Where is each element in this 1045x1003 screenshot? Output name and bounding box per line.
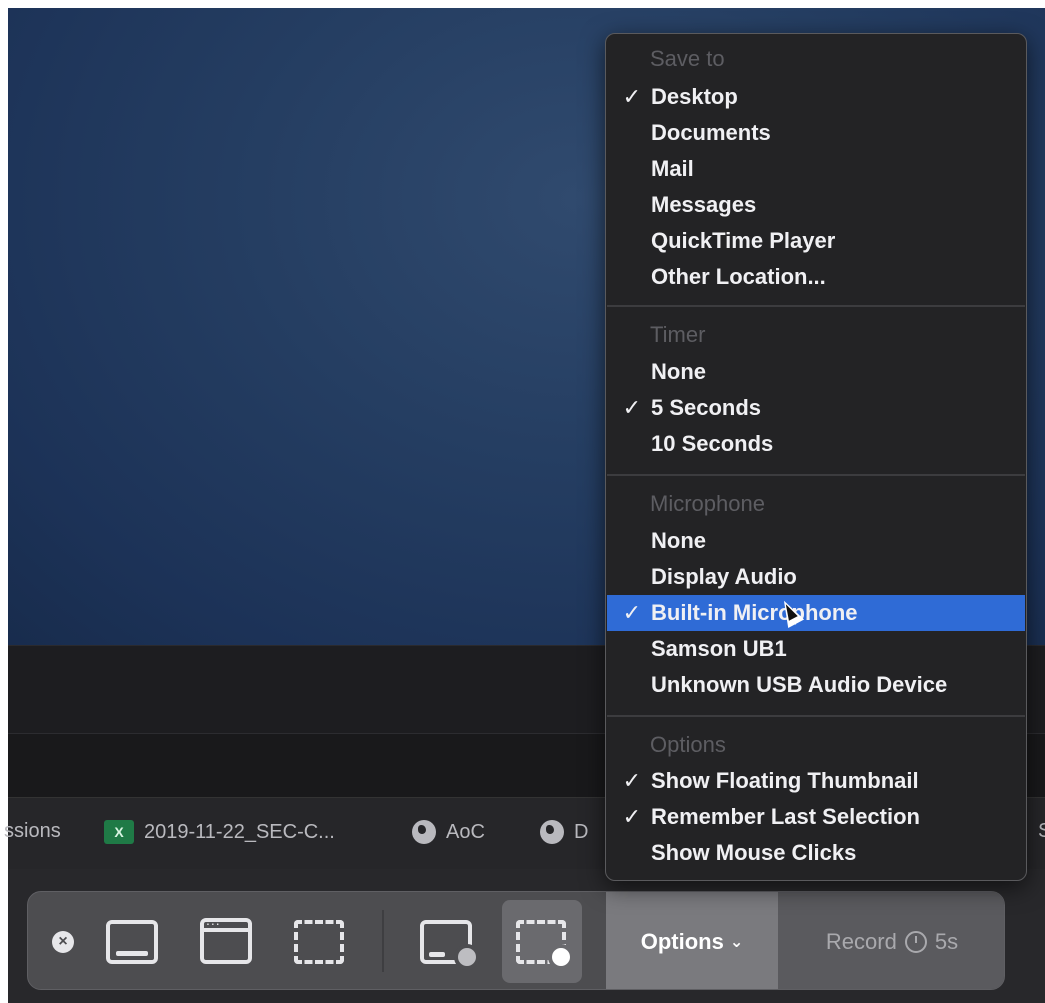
- record-dot-icon: [548, 944, 574, 970]
- menu-separator: [607, 715, 1025, 717]
- bookmark-d[interactable]: D: [540, 820, 588, 844]
- section-header-save-to: Save to: [650, 46, 725, 71]
- menu-item-label: Display Audio: [651, 564, 797, 589]
- menu-item-label: None: [651, 528, 706, 553]
- globe-icon: [540, 820, 564, 844]
- record-label: Record: [825, 928, 897, 954]
- menu-item-label: Unknown USB Audio Device: [651, 672, 948, 697]
- menu-item-documents[interactable]: Documents: [607, 115, 1025, 151]
- menu-item-display-audio[interactable]: Display Audio: [607, 559, 1025, 595]
- capture-entire-screen-icon[interactable]: [106, 920, 158, 964]
- menu-item-desktop[interactable]: ✓ Desktop: [607, 79, 1025, 115]
- menu-item-built-in-microphone[interactable]: ✓ Built-in Microphone: [607, 595, 1025, 631]
- checkmark-icon: ✓: [622, 395, 641, 420]
- bookmark-label: D: [574, 820, 589, 843]
- close-button[interactable]: ×: [52, 931, 74, 953]
- menu-item-timer-5s[interactable]: ✓ 5 Seconds: [607, 390, 1025, 426]
- excel-icon: X: [104, 820, 134, 844]
- menu-item-unknown-usb[interactable]: Unknown USB Audio Device: [607, 667, 1025, 703]
- menu-item-mail[interactable]: Mail: [607, 151, 1025, 187]
- menu-item-label: Desktop: [651, 84, 738, 109]
- menu-item-samson[interactable]: Samson UB1: [607, 631, 1025, 667]
- bookmark-label: S: [1038, 820, 1045, 842]
- globe-icon: [412, 820, 436, 844]
- menu-item-other-location[interactable]: Other Location...: [607, 259, 1025, 295]
- section-header-options: Options: [650, 732, 726, 757]
- menu-item-mic-none[interactable]: None: [607, 523, 1025, 559]
- menu-item-label: Show Floating Thumbnail: [651, 768, 919, 793]
- menu-separator: [607, 474, 1025, 476]
- checkmark-icon: ✓: [622, 768, 641, 793]
- bookmark-label: ssions: [4, 820, 61, 842]
- menu-item-label: Mail: [651, 156, 694, 181]
- menu-item-label: Remember Last Selection: [651, 804, 920, 829]
- checkmark-icon: ✓: [622, 804, 641, 829]
- menu-item-floating-thumbnail[interactable]: ✓ Show Floating Thumbnail: [607, 763, 1025, 799]
- menu-item-label: Show Mouse Clicks: [651, 840, 857, 865]
- section-header-timer: Timer: [650, 322, 706, 347]
- capture-window-icon[interactable]: [200, 912, 252, 964]
- record-button[interactable]: Record 5s: [778, 892, 1004, 989]
- menu-item-label: None: [651, 359, 706, 384]
- checkmark-icon: ✓: [622, 84, 641, 109]
- capture-portion-icon[interactable]: [294, 920, 344, 964]
- menu-item-mouse-clicks[interactable]: Show Mouse Clicks: [607, 835, 1025, 871]
- menu-separator: [607, 305, 1025, 307]
- bookmark-label: AoC: [446, 820, 485, 843]
- checkmark-icon: ✓: [622, 600, 641, 625]
- menu-item-timer-none[interactable]: None: [607, 354, 1025, 390]
- menu-item-label: Other Location...: [651, 264, 826, 289]
- record-dot-icon: [454, 944, 480, 970]
- bookmark-s[interactable]: S: [1038, 820, 1045, 843]
- menu-item-quicktime[interactable]: QuickTime Player: [607, 223, 1025, 259]
- bookmark-sec-file[interactable]: X 2019-11-22_SEC-C...: [104, 820, 335, 844]
- screenshot-toolbar: × Options ⌄ Record 5s: [27, 891, 1005, 990]
- menu-item-label: Samson UB1: [651, 636, 787, 661]
- bookmark-sessions[interactable]: ssions: [4, 820, 61, 843]
- menu-item-label: 5 Seconds: [651, 395, 762, 420]
- timer-icon: [904, 930, 927, 953]
- frame-left: [0, 0, 8, 1003]
- menu-item-messages[interactable]: Messages: [607, 187, 1025, 223]
- record-timer: 5s: [934, 928, 959, 954]
- menu-item-label: Built-in Microphone: [651, 600, 858, 625]
- menu-item-label: Documents: [651, 120, 771, 145]
- options-button[interactable]: Options ⌄: [606, 892, 778, 989]
- bookmark-label: 2019-11-22_SEC-C...: [144, 820, 335, 843]
- bookmark-aoc[interactable]: AoC: [412, 820, 485, 844]
- toolbar-divider: [382, 910, 384, 972]
- menu-item-label: Messages: [651, 192, 757, 217]
- menu-item-label: QuickTime Player: [651, 228, 836, 253]
- menu-item-timer-10s[interactable]: 10 Seconds: [607, 426, 1025, 462]
- options-menu: Save to ✓ Desktop Documents Mail Message…: [605, 33, 1027, 881]
- menu-item-label: 10 Seconds: [651, 431, 774, 456]
- menu-item-remember-selection[interactable]: ✓ Remember Last Selection: [607, 799, 1025, 835]
- frame-top: [0, 0, 1045, 8]
- chevron-down-icon: ⌄: [729, 933, 744, 951]
- section-header-microphone: Microphone: [650, 491, 765, 516]
- options-label: Options: [640, 928, 724, 954]
